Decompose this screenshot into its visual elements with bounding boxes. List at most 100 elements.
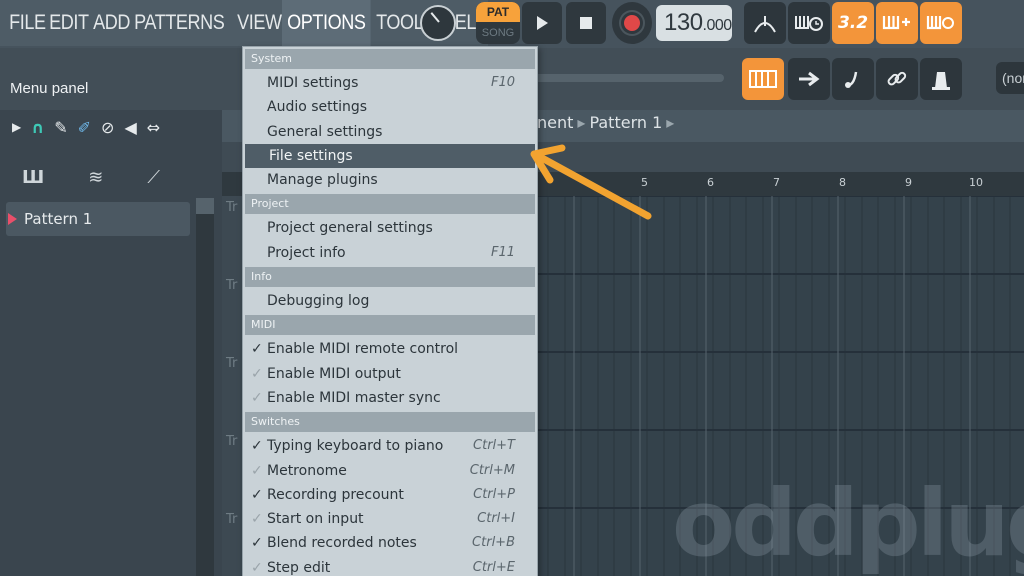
track-label[interactable]: Tr (226, 278, 237, 293)
pattern-list-label: Pattern 1 (24, 210, 93, 228)
tempo-display[interactable]: 130.000 (656, 5, 732, 41)
menu-section-header: MIDI (245, 315, 535, 336)
menu-item-label: MIDI settings (267, 75, 359, 91)
pattern-add-button[interactable] (876, 2, 918, 44)
checkmark-icon: ✓ (251, 438, 263, 455)
menu-item-file-settings[interactable]: File settings (245, 143, 535, 169)
menu-item-project-info[interactable]: Project info F11 (243, 241, 537, 265)
checkmark-icon: ✓ (251, 511, 263, 528)
menu-view[interactable]: VIEW (232, 0, 287, 46)
wait-for-input-button[interactable] (788, 2, 830, 44)
pattern-add-icon (882, 16, 910, 30)
stop-icon (580, 17, 592, 29)
track-label[interactable]: Tr (226, 356, 237, 371)
scroll-up-icon[interactable] (196, 198, 214, 214)
pat-song-toggle[interactable]: PAT SONG (476, 2, 520, 44)
track-label[interactable]: Tr (226, 434, 237, 449)
pattern-list-item[interactable]: Pattern 1 (6, 202, 190, 236)
browser-toolbar: ▶ ∩ ✎ ✐ ⊘ ◀ ⇔ (0, 110, 240, 144)
play-small-icon[interactable]: ▶ (12, 120, 21, 134)
menu-item-general-settings[interactable]: General settings (243, 120, 537, 144)
next-button[interactable] (788, 58, 830, 100)
browser-scrollbar[interactable] (196, 198, 214, 576)
pat-label: PAT (476, 2, 520, 22)
menu-options[interactable]: OPTIONS (281, 0, 371, 46)
menu-item-label: Project general settings (267, 220, 433, 237)
track-label[interactable]: Tr (226, 200, 237, 215)
menu-item-project-general-settings[interactable]: Project general settings (243, 216, 537, 240)
menu-section-header: Info (245, 267, 535, 288)
automation-icon[interactable]: ⟋ (147, 167, 160, 188)
menu-item-metronome[interactable]: ✓ Metronome Ctrl+M (243, 459, 537, 483)
ruler-mark: 8 (839, 176, 846, 189)
annotation-arrow-icon (530, 144, 652, 220)
menu-item-label: Enable MIDI master sync (267, 389, 441, 406)
menu-patterns[interactable]: PATTERNS (129, 0, 230, 46)
breadcrumb-current[interactable]: Pattern 1 (589, 113, 662, 132)
menu-item-enable-midi-remote-control[interactable]: ✓ Enable MIDI remote control (243, 337, 537, 361)
output-select[interactable]: (non (996, 62, 1024, 94)
checkmark-icon: ✓ (251, 365, 263, 382)
speaker-icon[interactable]: ◀ (124, 118, 136, 137)
link-icon (887, 71, 907, 86)
checkmark-icon: ✓ (251, 535, 263, 552)
menu-item-debugging-log[interactable]: Debugging log (243, 289, 537, 313)
menu-item-step-edit[interactable]: ✓ Step edit Ctrl+E (243, 556, 537, 576)
menu-item-label: Project info (267, 244, 346, 261)
countdown-button[interactable]: 3.2 (832, 2, 874, 44)
song-label: SONG (481, 27, 515, 39)
checkmark-icon: ✓ (251, 559, 263, 576)
menu-section-header: Project (245, 194, 535, 215)
master-volume-knob[interactable] (420, 5, 456, 41)
menu-item-typing-keyboard-to-piano[interactable]: ✓ Typing keyboard to piano Ctrl+T (243, 434, 537, 458)
menu-item-label: General settings (267, 123, 383, 140)
track-label[interactable]: Tr (226, 512, 237, 527)
menu-item-shortcut: Ctrl+T (473, 438, 515, 454)
tempo-decimal: .000 (702, 17, 733, 34)
pattern-loop-button[interactable] (920, 2, 962, 44)
mute-icon[interactable]: ⊘ (101, 118, 114, 137)
menu-item-recording-precount[interactable]: ✓ Recording precount Ctrl+P (243, 483, 537, 507)
step-edit-button[interactable] (832, 58, 874, 100)
slip-icon[interactable]: ⇔ (147, 118, 160, 137)
menu-item-label: Enable MIDI remote control (267, 341, 459, 358)
playlist-breadcrumb: nent ▸ Pattern 1 ▸ (537, 113, 678, 132)
menu-edit[interactable]: EDIT (44, 0, 94, 46)
checkmark-icon: ✓ (251, 486, 263, 503)
menu-item-enable-midi-master-sync[interactable]: ✓ Enable MIDI master sync (243, 386, 537, 410)
breadcrumb-prefix[interactable]: nent (537, 113, 573, 132)
record-icon (624, 15, 640, 31)
record-button[interactable] (612, 2, 652, 44)
step-icon (845, 71, 858, 88)
menu-item-midi-settings[interactable]: MIDI settings F10 (243, 71, 537, 95)
play-button[interactable] (522, 2, 562, 44)
metronome-button[interactable] (744, 2, 786, 44)
mixer-button[interactable] (920, 58, 962, 100)
ruler-mark: 10 (969, 176, 983, 189)
menu-item-shortcut: Ctrl+I (477, 511, 515, 527)
menu-section-header: Switches (245, 412, 535, 433)
ruler-mark: 7 (773, 176, 780, 189)
menu-item-enable-midi-output[interactable]: ✓ Enable MIDI output (243, 362, 537, 386)
brush-icon[interactable]: ✐ (78, 118, 91, 137)
menu-item-shortcut: Ctrl+E (472, 559, 515, 575)
menu-item-blend-recorded-notes[interactable]: ✓ Blend recorded notes Ctrl+B (243, 531, 537, 555)
ruler-mark: 6 (707, 176, 714, 189)
menu-item-start-on-input[interactable]: ✓ Start on input Ctrl+I (243, 507, 537, 531)
menu-item-manage-plugins[interactable]: Manage plugins (243, 168, 537, 192)
typing-keyboard-button[interactable] (742, 58, 784, 100)
ruler-mark: 9 (905, 176, 912, 189)
pencil-icon[interactable]: ✎ (54, 118, 67, 137)
link-button[interactable] (876, 58, 918, 100)
checkmark-icon: ✓ (251, 341, 263, 358)
piano-roll-icon[interactable]: Ш (22, 167, 44, 188)
audio-wave-icon[interactable]: ≋ (88, 167, 103, 188)
wait-icon (795, 16, 823, 31)
menu-item-label: Enable MIDI output (267, 365, 401, 382)
menu-item-audio-settings[interactable]: Audio settings (243, 95, 537, 119)
magnet-icon[interactable]: ∩ (31, 118, 44, 137)
checkmark-icon: ✓ (251, 462, 263, 479)
stop-button[interactable] (566, 2, 606, 44)
play-icon (537, 16, 548, 30)
menu-item-label: Metronome (267, 462, 347, 479)
